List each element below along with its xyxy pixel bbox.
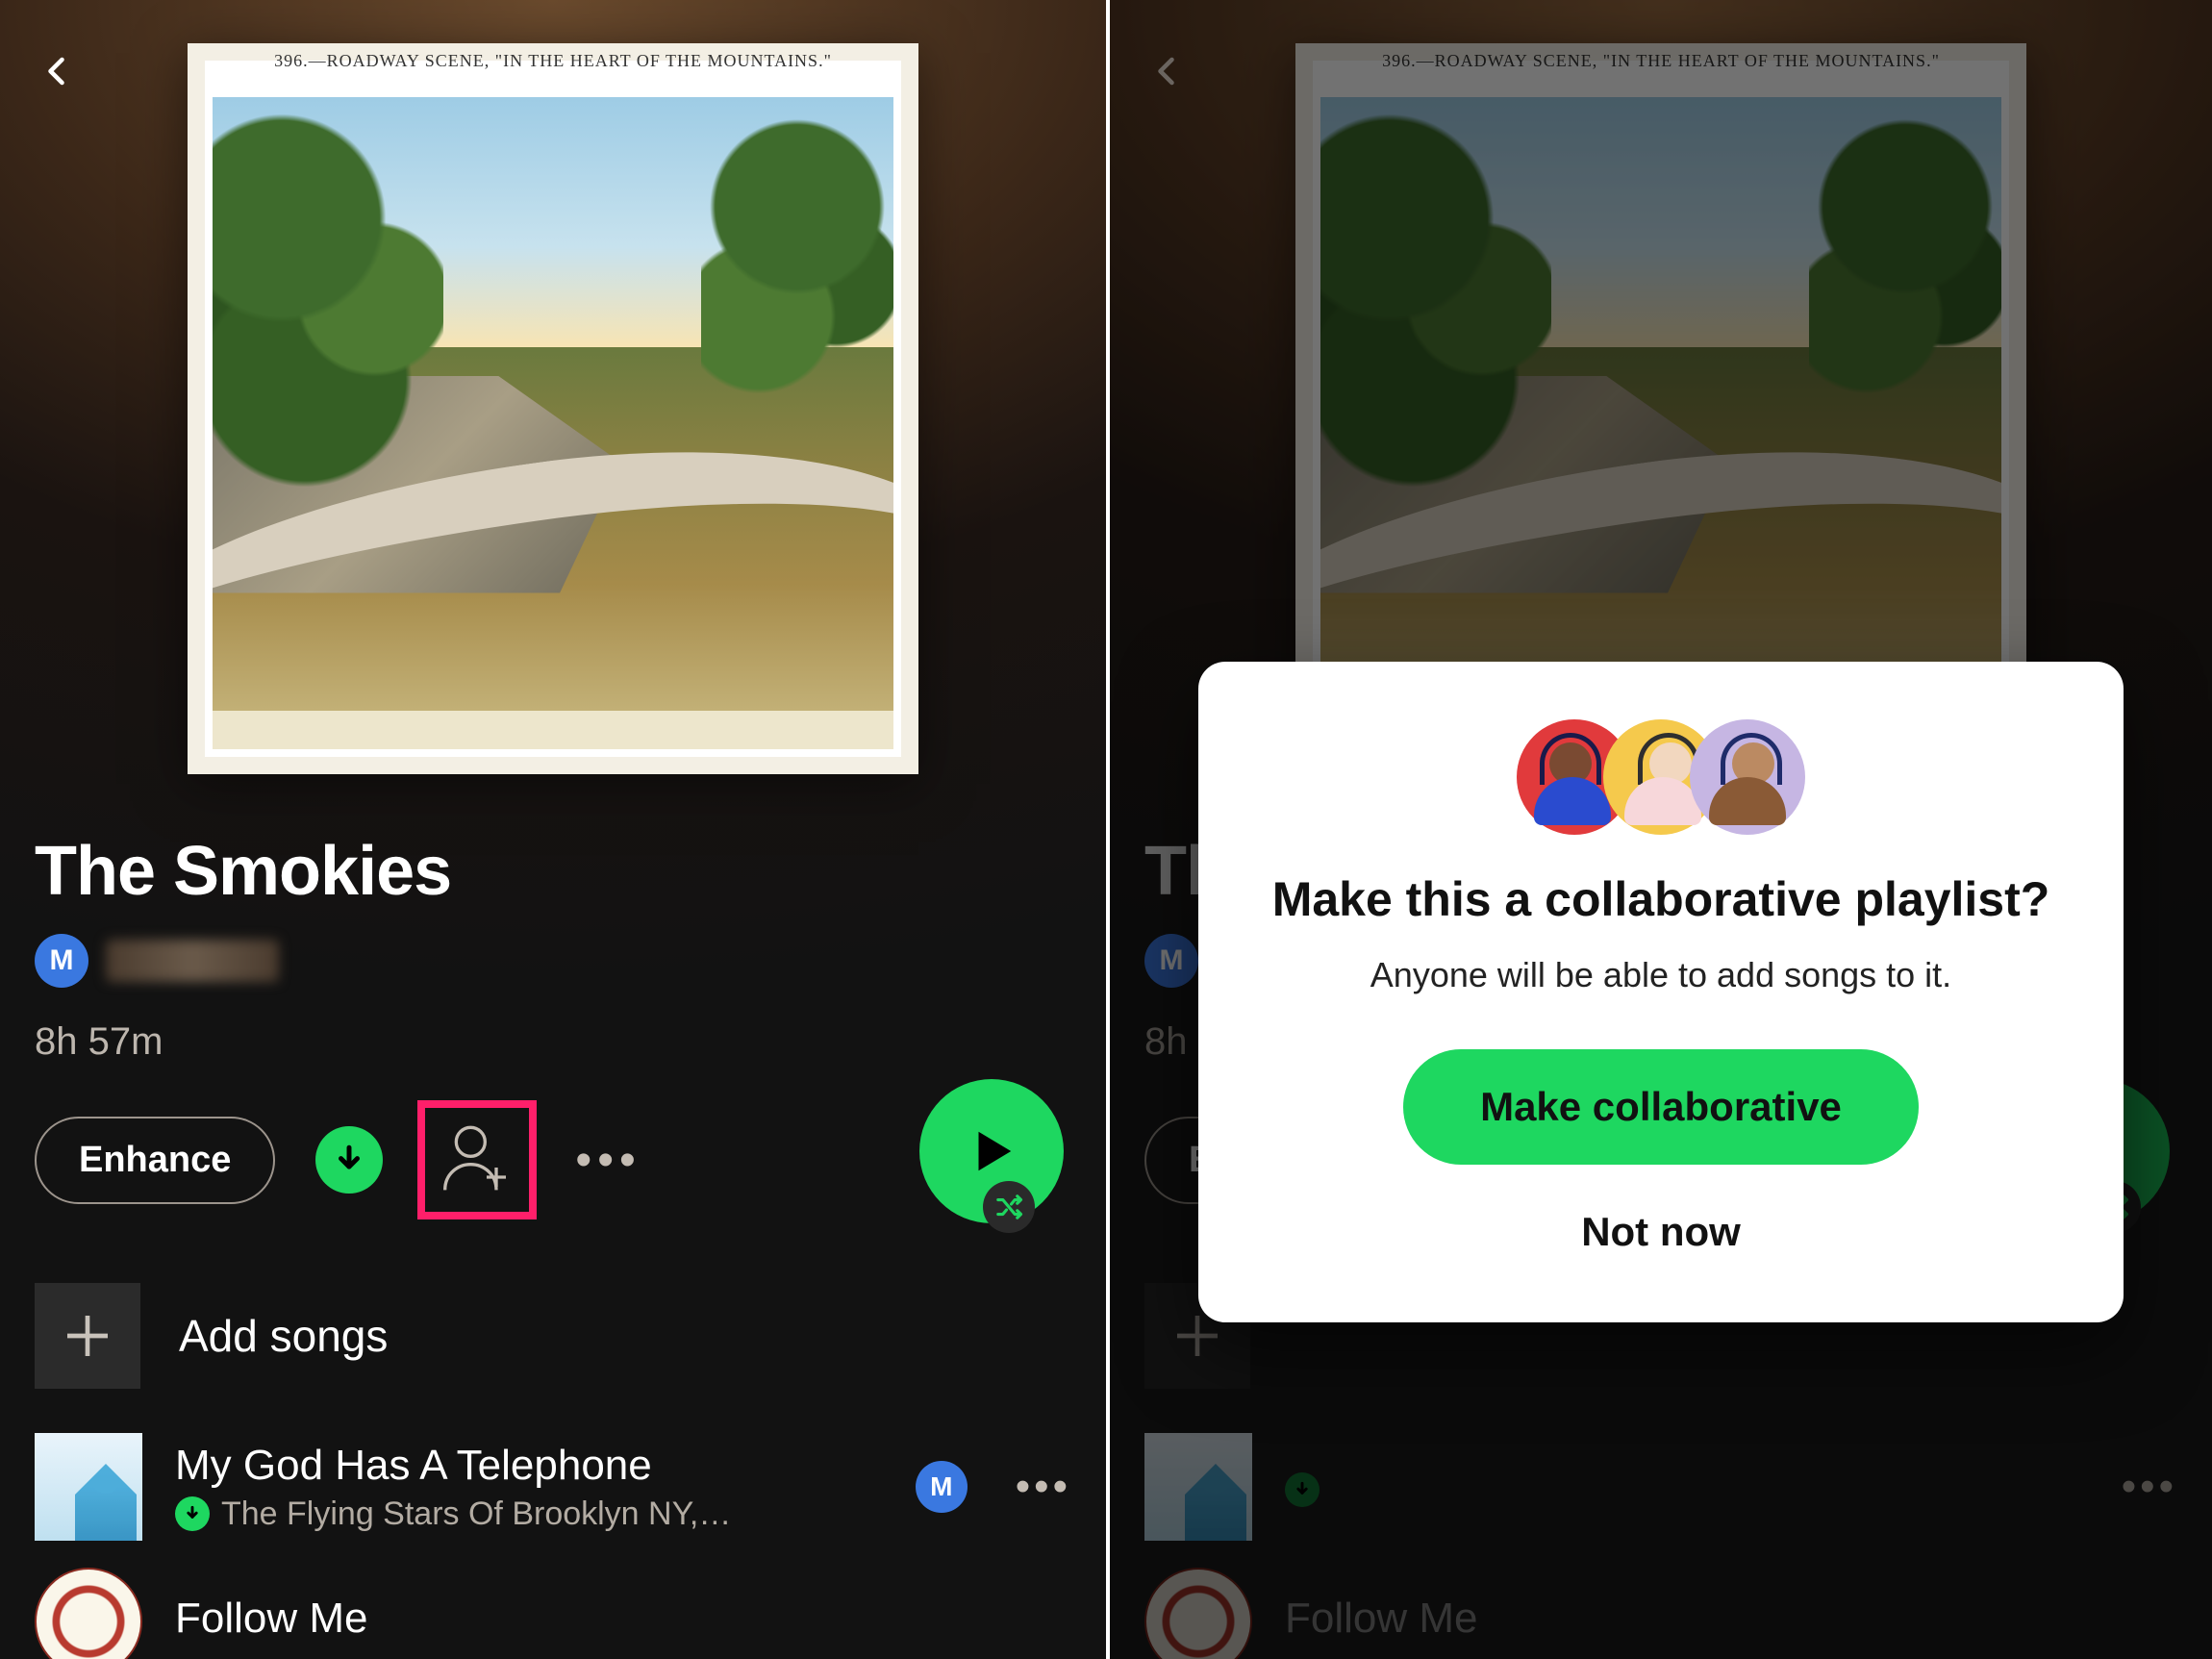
make-collaborative-button[interactable]: Make collaborative <box>1403 1049 1919 1165</box>
track-artwork <box>35 1568 142 1659</box>
back-button[interactable] <box>35 48 81 94</box>
track-row[interactable]: My God Has A Telephone The Flying Stars … <box>35 1433 1106 1541</box>
add-songs-tile <box>35 1283 140 1389</box>
downloaded-icon <box>1285 1472 1320 1507</box>
modal-title: Make this a collaborative playlist? <box>1260 869 2062 930</box>
downloaded-icon <box>175 1496 210 1531</box>
cover-caption: 396.—ROADWAY SCENE, "IN THE HEART OF THE… <box>188 51 918 71</box>
back-button[interactable] <box>1144 48 1191 94</box>
add-collaborator-button[interactable] <box>417 1100 537 1219</box>
track-row: ••• <box>1144 1433 2212 1541</box>
play-button[interactable] <box>919 1079 1064 1223</box>
not-now-button[interactable]: Not now <box>1260 1209 2062 1255</box>
track-title: Follow Me <box>1285 1595 2212 1643</box>
track-row: Follow Me <box>1144 1568 2212 1659</box>
cover-caption: 396.—ROADWAY SCENE, "IN THE HEART OF THE… <box>1295 51 2026 71</box>
track-more-button[interactable]: ••• <box>1016 1463 1071 1511</box>
modal-subtitle: Anyone will be able to add songs to it. <box>1260 955 2062 995</box>
track-added-by-avatar: M <box>916 1461 968 1513</box>
track-row[interactable]: Follow Me <box>35 1568 1106 1659</box>
playlist-owner[interactable]: M <box>35 934 1106 988</box>
avatar-illustration <box>1690 719 1805 835</box>
add-songs-row[interactable]: Add songs <box>35 1283 1106 1389</box>
modal-avatars <box>1260 719 2062 835</box>
person-add-icon <box>439 1119 515 1201</box>
playlist-screen-left: 396.—ROADWAY SCENE, "IN THE HEART OF THE… <box>0 0 1106 1659</box>
owner-avatar: M <box>1144 934 1198 988</box>
download-icon <box>333 1144 365 1176</box>
playlist-screen-right: 396.—ROADWAY SCENE, "IN THE HEART OF THE… <box>1106 0 2212 1659</box>
download-button[interactable] <box>315 1126 383 1194</box>
more-options-button[interactable]: ••• <box>575 1134 641 1187</box>
track-artist: The Flying Stars Of Brooklyn NY,… <box>221 1496 731 1533</box>
enhance-button[interactable]: Enhance <box>35 1117 275 1204</box>
playlist-title: The Smokies <box>35 832 1106 911</box>
track-artwork <box>1144 1433 1252 1541</box>
track-more-button: ••• <box>2122 1463 2177 1511</box>
track-artwork <box>35 1433 142 1541</box>
playlist-duration: 8h 57m <box>35 1020 1106 1064</box>
plus-icon <box>61 1309 114 1363</box>
track-title: My God Has A Telephone <box>175 1442 883 1490</box>
owner-name-redacted <box>106 940 279 982</box>
track-title: Follow Me <box>175 1595 1106 1643</box>
owner-avatar: M <box>35 934 88 988</box>
collaborative-modal: Make this a collaborative playlist? Anyo… <box>1198 662 2124 1322</box>
playlist-controls: Enhance ••• <box>35 1093 1106 1227</box>
track-artwork <box>1144 1568 1252 1659</box>
shuffle-badge[interactable] <box>983 1181 1035 1233</box>
play-icon <box>966 1125 1018 1177</box>
shuffle-icon <box>994 1193 1023 1221</box>
add-songs-label: Add songs <box>179 1310 388 1362</box>
playlist-cover[interactable]: 396.—ROADWAY SCENE, "IN THE HEART OF THE… <box>188 43 918 774</box>
